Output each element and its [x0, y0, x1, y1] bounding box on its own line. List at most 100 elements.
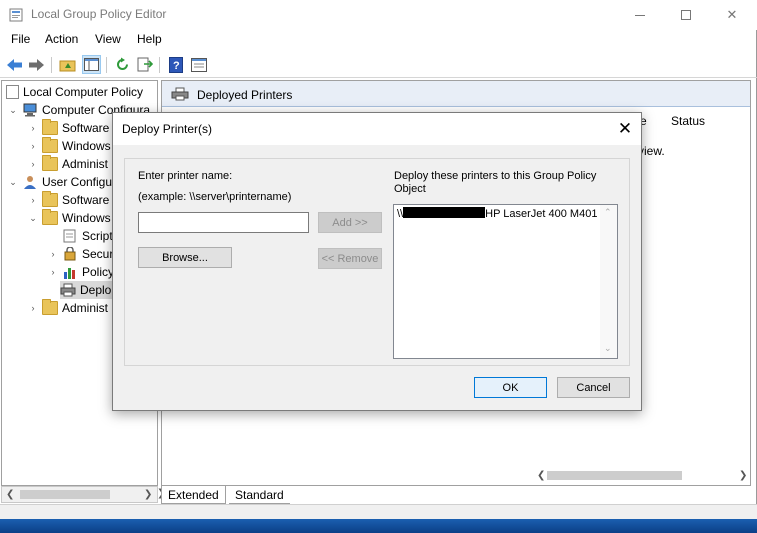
ok-button[interactable]: OK	[474, 377, 547, 398]
tree-item-administrative-templates[interactable]: › Administ	[28, 155, 108, 173]
cancel-button[interactable]: Cancel	[557, 377, 630, 398]
window-title: Local Group Policy Editor	[31, 7, 167, 21]
printer-icon	[171, 87, 189, 101]
expand-chevron-icon[interactable]: ›	[28, 195, 38, 205]
properties-button[interactable]	[189, 55, 208, 74]
up-folder-button[interactable]	[58, 55, 77, 74]
dialog-title-bar: Deploy Printer(s) ✕	[113, 113, 641, 145]
tree-item-user-administrative-templates[interactable]: › Administ	[28, 299, 108, 317]
example-label: (example: \\server\printername)	[138, 191, 292, 203]
details-header: Deployed Printers	[162, 81, 750, 107]
minimize-icon	[635, 14, 645, 16]
column-header-status[interactable]: Status	[671, 114, 705, 128]
scroll-up-icon[interactable]: ⌃	[604, 207, 612, 218]
script-icon	[63, 229, 76, 243]
console-tree-icon	[84, 58, 99, 71]
back-button[interactable]	[5, 55, 24, 74]
tree-item-user-windows-settings[interactable]: ⌄ Windows	[28, 209, 111, 227]
security-shield-icon	[64, 247, 76, 261]
group-policy-app-icon	[9, 8, 23, 22]
folder-up-icon	[59, 60, 76, 72]
folder-icon	[42, 119, 58, 135]
forward-button[interactable]	[27, 55, 46, 74]
user-icon	[24, 176, 36, 189]
tree-item-security-settings[interactable]: › Secur	[48, 245, 113, 263]
menu-file[interactable]: File	[11, 32, 30, 46]
close-icon: ✕	[617, 119, 633, 138]
list-item[interactable]: \\ HP LaserJet 400 M401 PC	[397, 207, 616, 220]
add-button[interactable]: Add >>	[318, 212, 382, 233]
menu-action[interactable]: Action	[45, 32, 78, 46]
expand-chevron-icon[interactable]: ›	[28, 123, 38, 133]
dialog-title: Deploy Printer(s)	[122, 122, 213, 136]
folder-icon	[42, 191, 58, 207]
tree-item-software-settings[interactable]: › Software	[28, 119, 109, 137]
back-arrow-icon	[7, 58, 22, 71]
refresh-icon	[117, 57, 128, 70]
collapse-chevron-icon[interactable]: ⌄	[8, 105, 18, 115]
help-icon: ?	[168, 56, 183, 73]
expand-chevron-icon[interactable]: ›	[28, 159, 38, 169]
deploy-label-line1: Deploy these printers to this Group Poli…	[394, 170, 597, 182]
toolbar-separator	[159, 57, 160, 73]
tree-item-user-configuration[interactable]: ⌄ User Configur	[8, 173, 116, 191]
expand-chevron-icon[interactable]: ›	[48, 249, 58, 259]
refresh-button[interactable]	[113, 55, 132, 74]
properties-icon	[190, 57, 207, 72]
scroll-thumb[interactable]	[20, 490, 110, 499]
maximize-icon	[681, 10, 691, 20]
tree-item-windows-settings[interactable]: › Windows	[28, 137, 111, 155]
toolbar: ?	[0, 51, 757, 78]
bar-chart-icon	[64, 268, 75, 279]
toolbar-separator	[106, 57, 107, 73]
taskbar	[0, 519, 757, 533]
scroll-thumb[interactable]	[547, 471, 682, 480]
toolbar-separator	[51, 57, 52, 73]
dialog-close-button[interactable]: ✕	[613, 117, 637, 141]
expand-chevron-icon[interactable]: ›	[28, 303, 38, 313]
tab-standard[interactable]: Standard	[229, 486, 290, 504]
list-vertical-scrollbar[interactable]: ⌃ ⌄	[600, 205, 617, 358]
deploy-printers-dialog: Deploy Printer(s) ✕ Enter printer name: …	[112, 112, 642, 411]
folder-icon	[42, 155, 58, 171]
folder-open-icon	[42, 209, 58, 225]
menu-view[interactable]: View	[95, 32, 121, 46]
expand-chevron-icon[interactable]: ›	[48, 267, 58, 277]
collapse-chevron-icon[interactable]: ⌄	[28, 213, 38, 223]
menu-help[interactable]: Help	[137, 32, 162, 46]
printer-name-input[interactable]	[138, 212, 309, 233]
folder-icon	[42, 299, 58, 315]
tree-item-scripts[interactable]: Script	[62, 227, 113, 245]
scroll-left-icon[interactable]: ❮	[537, 470, 545, 481]
menu-bar: File Action View Help	[0, 30, 757, 50]
tree-horizontal-scrollbar[interactable]: ❮ ❯	[1, 486, 158, 503]
tree-item-user-software-settings[interactable]: › Software	[28, 191, 109, 209]
scroll-right-icon[interactable]: ❯	[144, 489, 152, 500]
remove-button[interactable]: << Remove	[318, 248, 382, 269]
deployed-printers-list[interactable]: \\ HP LaserJet 400 M401 PC ⌃ ⌄	[393, 204, 618, 359]
help-button[interactable]: ?	[166, 55, 185, 74]
expand-chevron-icon[interactable]: ›	[28, 141, 38, 151]
forward-arrow-icon	[29, 58, 44, 71]
printer-icon	[60, 283, 76, 297]
enter-printer-label: Enter printer name:	[138, 170, 233, 182]
browse-button[interactable]: Browse...	[138, 247, 232, 268]
details-horizontal-scrollbar[interactable]: ❮ ❯	[537, 468, 750, 485]
minimize-button[interactable]	[617, 0, 663, 30]
collapse-chevron-icon[interactable]: ⌄	[8, 177, 18, 187]
tab-extended[interactable]: Extended	[161, 486, 226, 504]
maximize-button[interactable]	[663, 0, 709, 30]
close-icon: ✕	[726, 7, 738, 22]
scroll-down-icon[interactable]: ⌄	[604, 343, 612, 354]
policy-document-icon	[6, 85, 19, 99]
show-hide-tree-button[interactable]	[82, 55, 101, 74]
tree-item-policy-based-qos[interactable]: › Policy	[48, 263, 114, 281]
close-window-button[interactable]: ✕	[709, 0, 755, 30]
scroll-right-icon[interactable]: ❯	[739, 470, 747, 481]
folder-icon	[42, 137, 58, 153]
export-list-icon	[137, 57, 153, 72]
export-list-button[interactable]	[135, 55, 154, 74]
scroll-left-icon[interactable]: ❮	[6, 489, 14, 500]
computer-icon	[23, 103, 37, 117]
tree-item-local-computer-policy[interactable]: Local Computer Policy	[6, 83, 143, 101]
